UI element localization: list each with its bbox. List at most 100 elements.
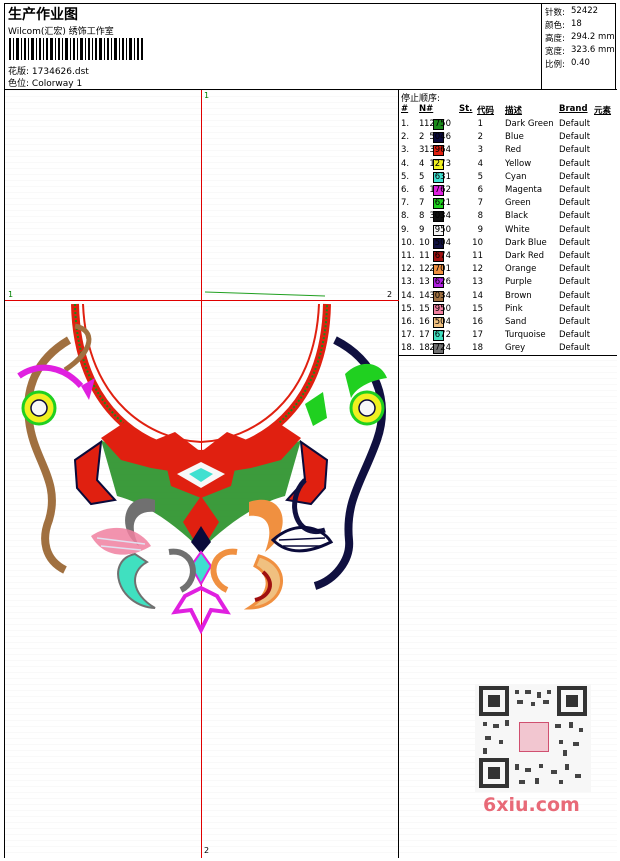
cell-desc: Green: [505, 198, 531, 209]
cell-desc: Dark Red: [505, 251, 545, 261]
cell-num: 17.: [401, 330, 415, 341]
cell-code: 5: [477, 171, 483, 182]
cell-desc: Magenta: [505, 185, 543, 195]
cell-brand: Default: [559, 251, 591, 261]
cell-brand: Default: [559, 290, 591, 301]
cell-desc: Grey: [505, 343, 526, 354]
col-header-needle: N#: [419, 104, 434, 114]
cell-brand: Default: [559, 277, 591, 288]
cell-num: 8.: [401, 211, 410, 222]
colorway-label: 色位:: [8, 79, 30, 89]
cell-st: 631: [434, 171, 451, 182]
cell-desc: Blue: [505, 132, 524, 143]
stat-label: 宽度:: [545, 47, 565, 57]
design-canvas: 1 1 2 2: [5, 90, 399, 858]
table-row: 3. 3 13964 3 Red Default: [399, 144, 617, 157]
cell-needle: 14: [419, 290, 430, 301]
production-worksheet: 生产作业图 Wilcom(汇宏) 绣饰工作室 花版: 1734626.dst 色…: [4, 3, 617, 858]
barcode: [9, 38, 143, 60]
cell-st: 504: [434, 317, 451, 327]
cell-st: 626: [434, 277, 451, 288]
colorway-row: 色位: Colorway 1: [8, 76, 82, 89]
table-row: 15. 15 950 15 Pink Default: [399, 303, 617, 316]
col-header-brand: Brand: [559, 104, 588, 114]
table-row: 5. 5 631 5 Cyan Default: [399, 171, 617, 184]
cell-num: 10.: [401, 237, 415, 248]
cell-brand: Default: [559, 158, 591, 169]
cell-needle: 10: [419, 237, 430, 248]
cell-desc: Yellow: [505, 158, 532, 169]
cell-code: 6: [477, 185, 483, 195]
cell-num: 1.: [401, 119, 410, 129]
col-header-num: #: [401, 104, 409, 114]
cell-desc: Pink: [505, 303, 523, 314]
colorway-value: Colorway 1: [31, 79, 83, 89]
cell-brand: Default: [559, 171, 591, 182]
cell-desc: Red: [505, 145, 522, 156]
cell-num: 13.: [401, 277, 415, 288]
cell-code: 11: [472, 251, 483, 261]
stat-label: 比例:: [545, 60, 565, 70]
cell-num: 11.: [401, 251, 415, 261]
design-stats: 针数: 52422 颜色: 18 高度: 294.2 mm 宽度: 323.6 mm 比…: [542, 4, 617, 89]
stat-colors: 颜色: 18: [545, 19, 582, 31]
cell-st: 1273: [429, 158, 451, 169]
cell-num: 15.: [401, 303, 415, 314]
col-header-code: 代码: [477, 106, 495, 116]
cell-num: 18.: [401, 343, 415, 354]
cell-num: 16.: [401, 317, 415, 327]
col-header-element: 元素: [594, 106, 612, 116]
embroidery-design: [17, 291, 387, 635]
cell-st: 674: [434, 251, 451, 261]
cell-code: 1: [477, 119, 483, 129]
cell-st: 950: [434, 303, 451, 314]
stat-value: 294.2 mm: [571, 32, 615, 42]
table-row: 8. 8 3034 8 Black Default: [399, 210, 617, 223]
stat-value: 323.6 mm: [571, 45, 615, 55]
col-header-description: 描述: [505, 106, 523, 116]
marker-bottom: 2: [204, 846, 210, 855]
table-row: 12. 12 2701 12 Orange Default: [399, 263, 617, 276]
table-row: 7. 7 621 7 Green Default: [399, 197, 617, 210]
cell-st: 621: [434, 198, 451, 209]
cell-brand: Default: [559, 119, 591, 129]
cell-code: 8: [477, 211, 483, 222]
stat-label: 颜色:: [545, 21, 565, 31]
cell-desc: Turquoise: [505, 330, 546, 341]
cell-brand: Default: [559, 224, 591, 235]
cell-code: 3: [477, 145, 483, 156]
stat-label: 高度:: [545, 34, 565, 44]
cell-code: 10: [472, 237, 483, 248]
cell-num: 6.: [401, 185, 410, 195]
table-row: 10. 10 504 10 Dark Blue Default: [399, 237, 617, 250]
cell-code: 18: [472, 343, 483, 354]
cell-brand: Default: [559, 264, 591, 275]
header-info: 生产作业图 Wilcom(汇宏) 绣饰工作室 花版: 1734626.dst 色…: [5, 4, 542, 89]
cell-st: 2701: [429, 264, 451, 275]
stat-label: 针数:: [545, 8, 565, 18]
cell-desc: Dark Green: [505, 119, 554, 129]
cell-num: 14.: [401, 290, 415, 301]
cell-brand: Default: [559, 185, 591, 195]
cell-needle: 5: [419, 171, 425, 182]
cell-code: 4: [477, 158, 483, 169]
cell-code: 2: [477, 132, 483, 143]
stat-height: 高度: 294.2 mm: [545, 32, 615, 44]
cell-needle: 16: [419, 317, 430, 327]
cell-code: 13: [472, 277, 483, 288]
cell-st: 13964: [423, 145, 451, 156]
cell-num: 2.: [401, 132, 410, 143]
cell-brand: Default: [559, 132, 591, 143]
cell-brand: Default: [559, 343, 591, 354]
stat-value: 0.40: [571, 58, 590, 68]
qr-code: [475, 684, 591, 792]
page-title: 生产作业图: [8, 7, 78, 23]
stat-value: 52422: [571, 6, 599, 16]
cell-num: 5.: [401, 171, 410, 182]
cell-needle: 11: [419, 251, 430, 261]
cell-st: 5046: [429, 132, 451, 143]
cell-st: 1762: [429, 185, 451, 195]
cell-brand: Default: [559, 317, 591, 327]
cell-code: 7: [477, 198, 483, 209]
cell-st: 672: [434, 330, 451, 341]
